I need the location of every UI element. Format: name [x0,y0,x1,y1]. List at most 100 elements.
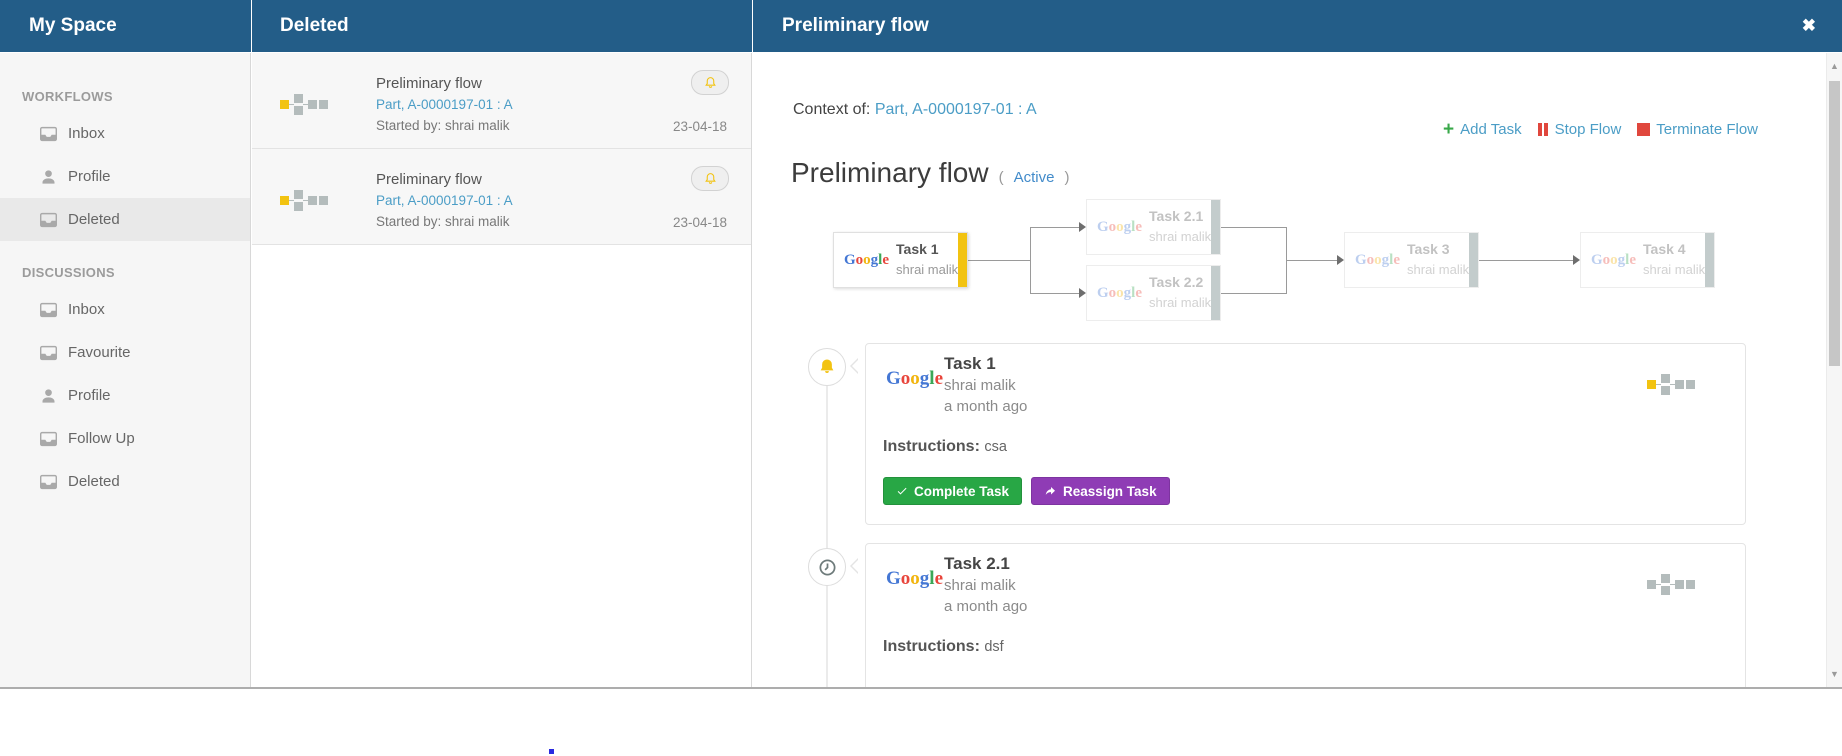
sidebar-item-discussions-favourite[interactable]: Favourite [0,331,250,374]
node-name: Task 2.1 [1149,208,1203,224]
google-logo: Google [886,568,943,590]
task-instructions: Instructions: csa [883,438,1007,456]
flow-status-link[interactable]: Active [1014,169,1055,186]
notification-bell-badge[interactable] [691,166,729,191]
bell-icon [704,76,717,89]
flow-node-task-2-2[interactable]: Google Task 2.2 shrai malik [1086,265,1221,321]
list-item-text: Preliminary flow Part, A-0000197-01 : A … [376,73,513,136]
plus-icon: + [1443,123,1454,137]
terminate-flow-button[interactable]: Terminate Flow [1637,121,1758,138]
close-icon[interactable]: ✖ [1802,0,1816,52]
google-logo: Google [886,368,943,390]
node-assignee: shrai malik [1643,262,1705,277]
node-assignee: shrai malik [1407,262,1469,277]
flow-node-task-3[interactable]: Google Task 3 shrai malik [1344,232,1479,288]
detail-body: Context of: Part, A-0000197-01 : A + Add… [753,53,1842,687]
workflow-date: 23-04-18 [673,215,727,230]
task-instructions: Instructions: dsf [883,638,1004,656]
sidebar-item-discussions-follow-up[interactable]: Follow Up [0,417,250,460]
stop-flow-button[interactable]: Stop Flow [1538,121,1622,138]
list-item[interactable]: Preliminary flow Part, A-0000197-01 : A … [252,53,751,149]
list-panel-header: Deleted [252,0,752,52]
flow-connector [1221,293,1286,294]
workflow-context-link[interactable]: Part, A-0000197-01 : A [376,94,513,115]
sidebar-item-workflows-profile[interactable]: Profile [0,155,250,198]
workflow-title: Preliminary flow [376,169,513,190]
detail-panel-header: Preliminary flow ✖ [753,0,1842,52]
flow-connector [968,260,1030,261]
sidebar-item-discussions-deleted[interactable]: Deleted [0,460,250,503]
node-name: Task 2.2 [1149,274,1203,290]
sidebar-item-label: Inbox [68,125,105,142]
node-name: Task 3 [1407,241,1450,257]
workflow-mini-icon [1647,574,1695,595]
flow-actions: + Add Task Stop Flow Terminate Flow [1443,121,1758,138]
google-logo: Google [1097,219,1142,236]
card-pointer [850,358,858,374]
scrollbar-up-arrow[interactable]: ▲ [1827,61,1842,71]
bell-icon [704,172,717,185]
flow-connector [1221,227,1286,228]
sidebar-section-workflows: WORKFLOWS [22,89,250,104]
flow-arrowhead [1079,288,1086,298]
list-item-text: Preliminary flow Part, A-0000197-01 : A … [376,169,513,232]
node-name: Task 1 [896,241,939,257]
workflow-title: Preliminary flow [376,73,513,94]
node-status-bar [1211,200,1220,254]
sidebar-title: My Space [29,15,117,37]
flow-connector [1030,227,1031,294]
sidebar-item-discussions-profile[interactable]: Profile [0,374,250,417]
scrollbar-down-arrow[interactable]: ▼ [1827,669,1842,679]
flow-heading: Preliminary flow ( Active ) [791,157,1069,189]
sidebar-item-discussions-inbox[interactable]: Inbox [0,288,250,331]
node-status-bar [1211,266,1220,320]
detail-panel-title: Preliminary flow [782,15,929,37]
sidebar: My Space WORKFLOWS Inbox Profile Deleted… [0,0,251,687]
flow-name: Preliminary flow [791,157,989,189]
node-assignee: shrai malik [1149,295,1211,310]
google-logo: Google [844,252,889,269]
add-task-button[interactable]: + Add Task [1443,121,1522,138]
notification-bell-badge[interactable] [691,70,729,95]
list-item[interactable]: Preliminary flow Part, A-0000197-01 : A … [252,149,751,245]
flow-arrowhead [1079,222,1086,232]
flow-connector [1030,293,1079,294]
workflow-context-link[interactable]: Part, A-0000197-01 : A [376,190,513,211]
google-logo: Google [1355,252,1400,269]
list-panel-title: Deleted [280,15,349,37]
list-body: Preliminary flow Part, A-0000197-01 : A … [252,53,752,687]
sidebar-item-workflows-inbox[interactable]: Inbox [0,112,250,155]
sidebar-item-workflows-deleted[interactable]: Deleted [0,198,250,241]
terminate-flow-label: Terminate Flow [1656,121,1758,138]
timeline-clock-marker [808,548,846,586]
inbox-tray-icon [40,126,57,142]
task-time: a month ago [944,398,1027,415]
clock-icon [818,558,837,577]
task-name: Task 2.1 [944,554,1010,574]
reassign-task-button[interactable]: Reassign Task [1031,477,1170,505]
task-buttons: Complete Task Reassign Task [883,477,1170,505]
instructions-label: Instructions: [883,638,980,655]
flow-node-task-2-1[interactable]: Google Task 2.1 shrai malik [1086,199,1221,255]
stop-flow-label: Stop Flow [1555,121,1622,138]
card-pointer [850,558,858,574]
flow-node-task-4[interactable]: Google Task 4 shrai malik [1580,232,1715,288]
google-logo: Google [1097,285,1142,302]
inbox-tray-icon [40,212,57,228]
task-card-task-1: Google Task 1 shrai malik a month ago In… [865,343,1746,525]
complete-task-button[interactable]: Complete Task [883,477,1022,505]
workflow-started-by: Started by: shrai malik [376,211,513,232]
inbox-tray-icon [40,474,57,490]
app-bottom-border [0,687,1842,689]
workflow-date: 23-04-18 [673,119,727,134]
add-task-label: Add Task [1460,121,1521,138]
forward-arrow-icon [1044,485,1057,498]
vertical-scrollbar[interactable]: ▲ ▼ [1826,53,1842,687]
context-link[interactable]: Part, A-0000197-01 : A [875,101,1037,118]
node-status-bar [958,233,967,287]
flow-node-task-1[interactable]: Google Task 1 shrai malik [833,232,968,288]
google-logo: Google [1591,252,1636,269]
sidebar-header: My Space [0,0,251,52]
node-name: Task 4 [1643,241,1686,257]
scrollbar-thumb[interactable] [1829,81,1840,366]
